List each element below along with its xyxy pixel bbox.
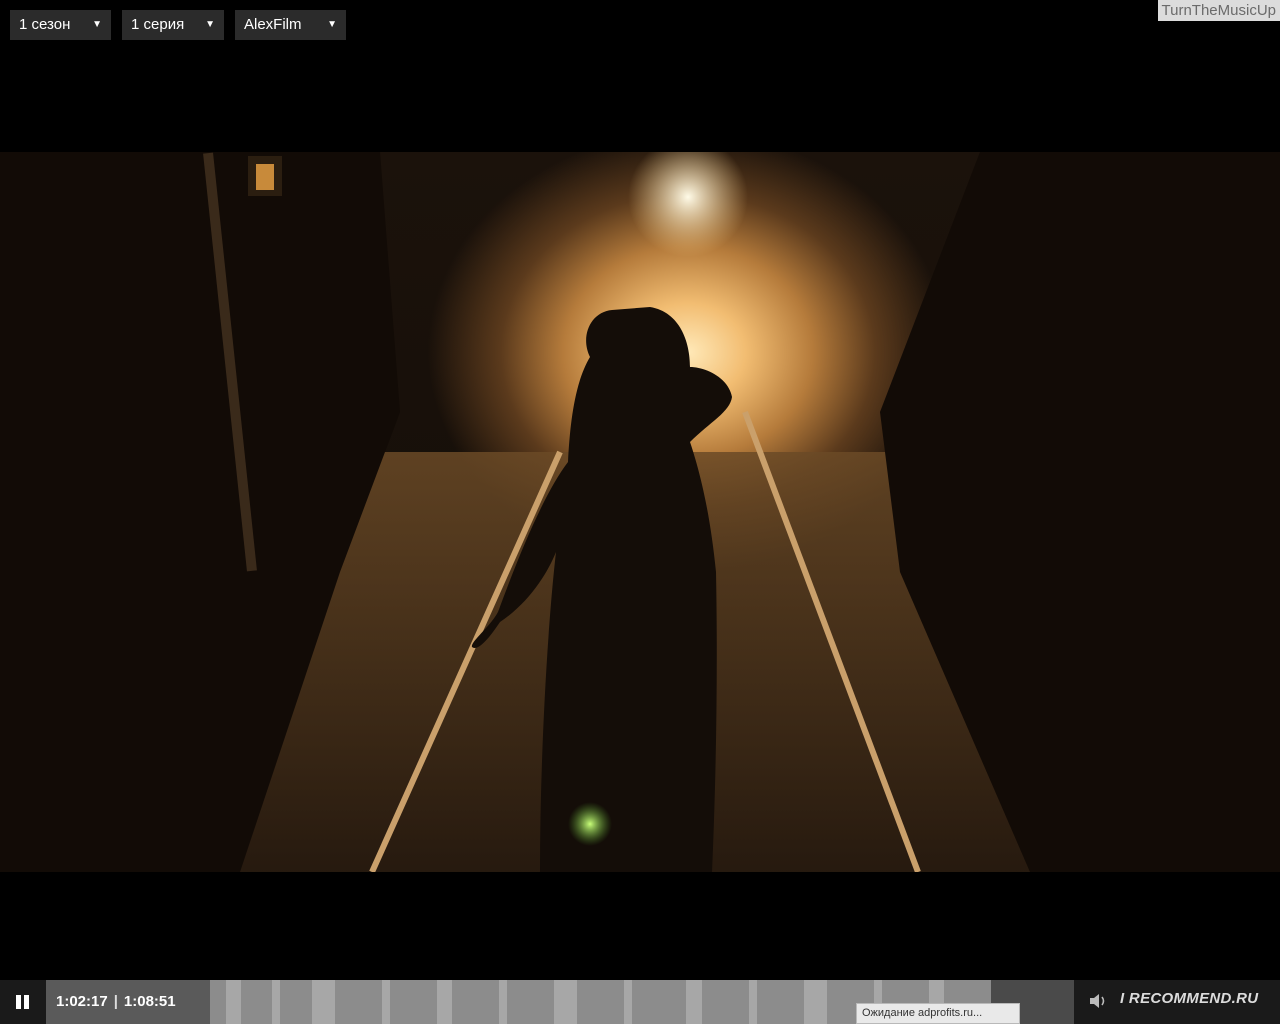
pause-icon xyxy=(24,995,29,1009)
video-scene xyxy=(0,152,1280,872)
current-time: 1:02:17 xyxy=(56,993,108,1010)
total-duration: 1:08:51 xyxy=(123,993,176,1010)
time-separator: | xyxy=(113,993,118,1010)
time-display: 1:02:17 | 1:08:51 xyxy=(46,980,210,1024)
source-watermark: TurnTheMusicUp xyxy=(1157,0,1280,21)
video-frame[interactable] xyxy=(0,152,1280,872)
episode-dropdown-label: 1 серия xyxy=(131,16,185,33)
voiceover-dropdown-label: AlexFilm xyxy=(244,16,302,33)
season-dropdown[interactable]: 1 сезон ▼ xyxy=(10,10,111,40)
volume-icon[interactable] xyxy=(1088,991,1110,1011)
chevron-down-icon: ▼ xyxy=(205,19,215,30)
irecommend-watermark-logo: I RECOMMEND.RU xyxy=(1120,990,1259,1007)
chevron-down-icon: ▼ xyxy=(327,19,337,30)
chevron-down-icon: ▼ xyxy=(92,19,102,30)
season-dropdown-label: 1 сезон xyxy=(19,16,71,33)
browser-status-tooltip: Ожидание adprofits.ru... xyxy=(856,1003,1020,1024)
episode-dropdown[interactable]: 1 серия ▼ xyxy=(122,10,224,40)
voiceover-dropdown[interactable]: AlexFilm ▼ xyxy=(235,10,346,40)
pause-button[interactable] xyxy=(0,980,44,1024)
pause-icon xyxy=(16,995,21,1009)
